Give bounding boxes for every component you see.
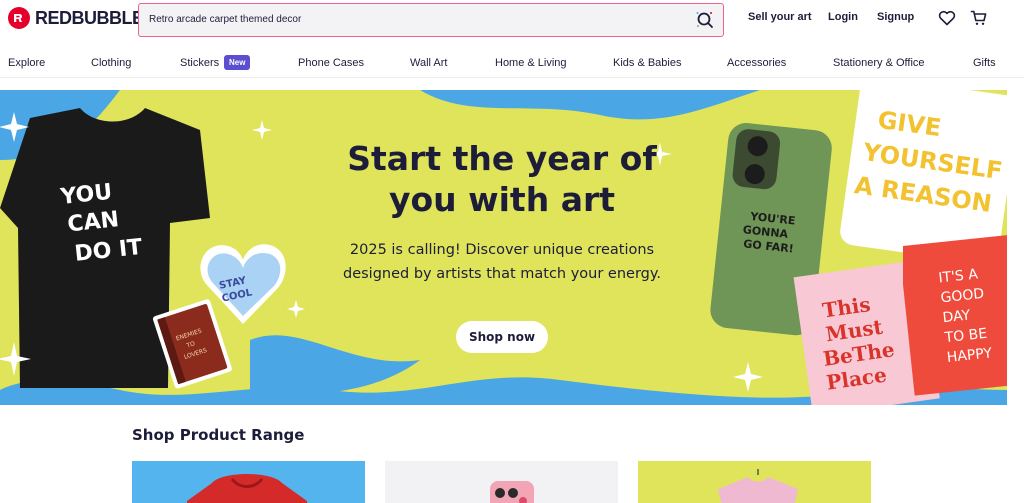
product-card-phone-case[interactable] xyxy=(385,461,618,503)
logo-mark-icon xyxy=(8,7,30,29)
redbubble-logo[interactable]: REDBUBBLE xyxy=(8,7,144,29)
logo-wordmark: REDBUBBLE xyxy=(35,7,144,28)
good-day-print: IT'S A GOOD DAY TO BE HAPPY xyxy=(903,235,1007,396)
new-badge: New xyxy=(224,55,251,70)
product-range-title: Shop Product Range xyxy=(132,426,305,444)
category-phone-cases[interactable]: Phone Cases xyxy=(298,57,364,69)
category-clothing[interactable]: Clothing xyxy=(91,57,131,69)
category-accessories[interactable]: Accessories xyxy=(727,57,786,69)
category-home-living[interactable]: Home & Living xyxy=(495,57,567,69)
tshirt-thumb-image xyxy=(718,469,798,503)
svg-text:DAY: DAY xyxy=(942,307,972,326)
shop-now-button[interactable]: Shop now xyxy=(456,321,548,353)
login-link[interactable]: Login xyxy=(828,11,858,23)
category-stationery-office[interactable]: Stationery & Office xyxy=(833,57,925,69)
top-header: REDBUBBLE Retro arcade carpet themed dec… xyxy=(0,0,1024,42)
category-explore[interactable]: Explore xyxy=(8,57,45,69)
heart-icon[interactable] xyxy=(938,9,956,27)
hoodie-image xyxy=(187,474,307,503)
hero-banner[interactable]: YOU CAN DO IT STAY COOL ENEMIES TO LOVER… xyxy=(0,90,1007,405)
category-stickers[interactable]: Stickers xyxy=(180,57,219,69)
category-gifts[interactable]: Gifts xyxy=(973,57,996,69)
search-bar[interactable]: Retro arcade carpet themed decor xyxy=(138,3,724,37)
product-card-hoodie[interactable] xyxy=(132,461,365,503)
phone-case-thumb-image xyxy=(490,481,534,503)
search-icon[interactable] xyxy=(695,10,715,30)
signup-link[interactable]: Signup xyxy=(877,11,914,23)
search-input[interactable]: Retro arcade carpet themed decor xyxy=(149,14,301,25)
product-card-tshirt[interactable] xyxy=(638,461,871,503)
category-nav: Explore Clothing Stickers New Phone Case… xyxy=(0,52,1024,78)
sell-your-art-link[interactable]: Sell your art xyxy=(748,11,812,23)
hero-subtitle: 2025 is calling! Discover unique creatio… xyxy=(343,242,661,282)
category-kids-babies[interactable]: Kids & Babies xyxy=(613,57,681,69)
category-wall-art[interactable]: Wall Art xyxy=(410,57,448,69)
hero-title: Start the year of you with art xyxy=(347,139,657,219)
cart-icon[interactable] xyxy=(970,9,988,27)
